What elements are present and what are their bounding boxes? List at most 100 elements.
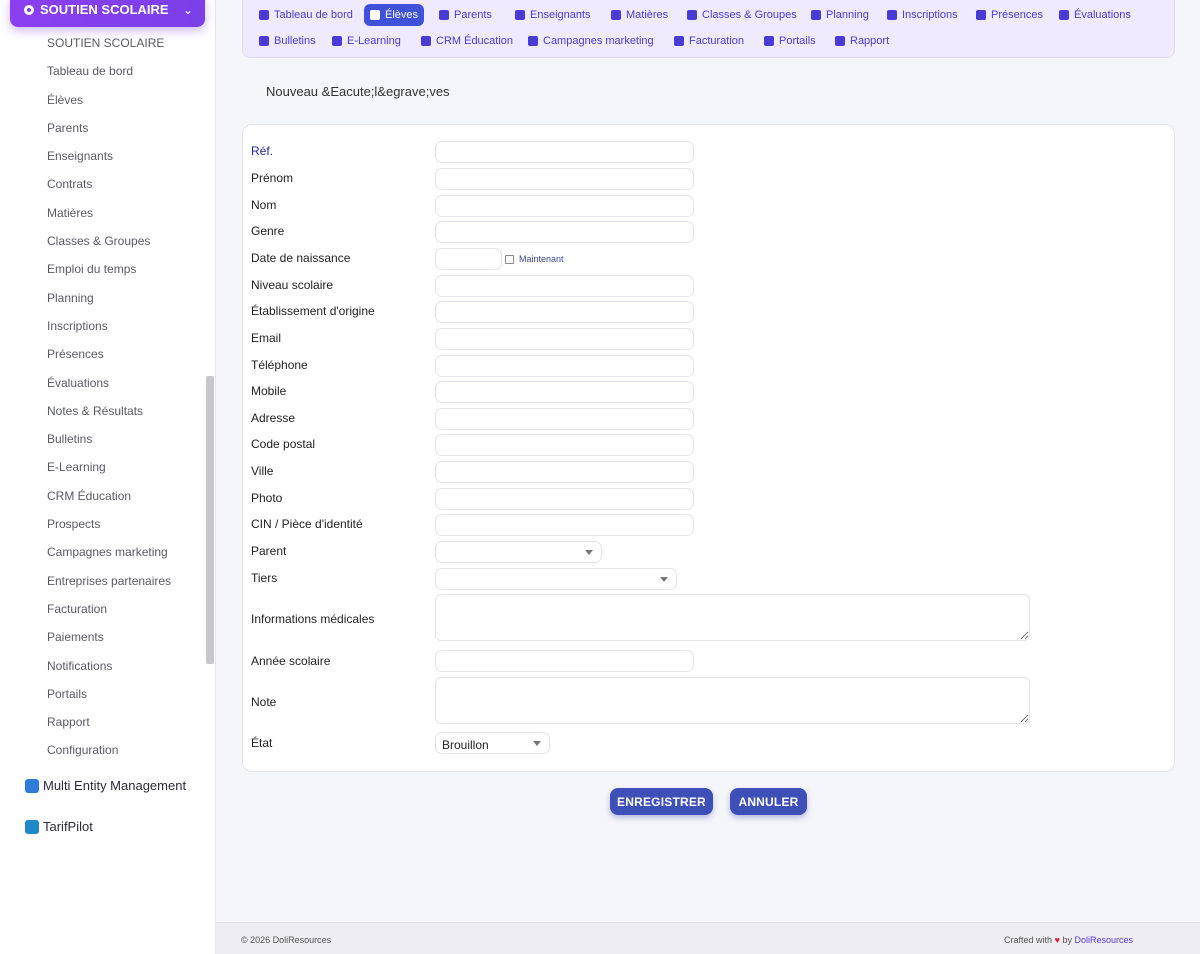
parent-select[interactable] (435, 541, 602, 563)
cin-input[interactable] (435, 514, 694, 536)
tab-classes-groupes[interactable]: Classes & Groupes (681, 4, 803, 26)
sidebar-item-configuration[interactable]: Configuration (0, 736, 206, 764)
tab-parents[interactable]: Parents (433, 4, 498, 26)
sidebar-item-paiements[interactable]: Paiements (0, 623, 206, 651)
sidebar-item-bulletins[interactable]: Bulletins (0, 425, 206, 453)
sidebar: SOUTIEN SCOLAIRE ⌄ SOUTIEN SCOLAIRE Tabl… (0, 0, 216, 954)
tab-inscriptions[interactable]: Inscriptions (881, 4, 964, 26)
sidebar-item-evaluations[interactable]: Évaluations (0, 369, 206, 397)
chevron-down-icon[interactable]: ⌄ (183, 3, 193, 17)
sidebar-item-eleves[interactable]: Élèves (0, 86, 206, 114)
tab-evaluations[interactable]: Évaluations (1053, 4, 1137, 26)
sidebar-item-prospects[interactable]: Prospects (0, 510, 206, 538)
footer-brand-link[interactable]: DoliResources (1074, 935, 1133, 945)
footer-crafted: Crafted with (1004, 935, 1053, 945)
date-naissance-input[interactable] (435, 248, 502, 270)
informations-medicales-textarea[interactable] (435, 594, 1030, 641)
field-label: Prénom (251, 171, 294, 185)
form-row-informations-medicales: Informations médicales (251, 607, 435, 631)
sidebar-item-notifications[interactable]: Notifications (0, 652, 206, 680)
sidebar-item-facturation[interactable]: Facturation (0, 595, 206, 623)
tab-campagnes-marketing[interactable]: Campagnes marketing (522, 30, 660, 52)
tab-rapport[interactable]: Rapport (829, 30, 895, 52)
sidebar-item-matieres[interactable]: Matières (0, 199, 206, 227)
tab-facturation[interactable]: Facturation (668, 30, 750, 52)
form-row-etablissement: Établissement d'origine (251, 299, 435, 323)
now-link[interactable]: Maintenant (505, 254, 564, 264)
sidebar-item-emploi-du-temps[interactable]: Emploi du temps (0, 255, 206, 283)
tab-planning[interactable]: Planning (805, 4, 875, 26)
etat-select[interactable]: Brouillon (435, 732, 550, 754)
field-label: CIN / Pièce d'identité (251, 517, 363, 531)
email-field[interactable] (435, 328, 694, 350)
tab-presences[interactable]: Présences (970, 4, 1049, 26)
field-label: État (251, 736, 273, 750)
now-label: Maintenant (519, 254, 564, 264)
form-row-genre: Genre (251, 219, 435, 243)
tab-crm-education[interactable]: CRM Éducation (415, 30, 519, 52)
field-label: Réf. (251, 144, 274, 158)
top-navigation: Tableau de bord Élèves Parents Enseignan… (242, 0, 1175, 58)
file-icon (259, 36, 269, 46)
etablissement-input[interactable] (435, 301, 694, 323)
telephone-input[interactable] (435, 355, 694, 377)
tab-portails[interactable]: Portails (758, 30, 822, 52)
form-row-prenom: Prénom (251, 166, 435, 190)
sidebar-item-crm-education[interactable]: CRM Éducation (0, 482, 206, 510)
sidebar-item-portails[interactable]: Portails (0, 680, 206, 708)
form-row-etat: État (251, 731, 435, 755)
tab-matieres[interactable]: Matières (605, 4, 674, 26)
module-multi-entity[interactable]: Multi Entity Management (25, 778, 186, 793)
sidebar-item-entreprises-partenaires[interactable]: Entreprises partenaires (0, 567, 206, 595)
sidebar-module-header[interactable]: SOUTIEN SCOLAIRE ⌄ (10, 0, 205, 27)
ville-input[interactable] (435, 461, 694, 483)
module-label: TarifPilot (43, 819, 93, 834)
sidebar-item-planning[interactable]: Planning (0, 284, 206, 312)
niveau-scolaire-input[interactable] (435, 275, 694, 297)
caret-down-icon (660, 577, 668, 582)
genre-input[interactable] (435, 221, 694, 243)
sidebar-item-tableau-de-bord[interactable]: Tableau de bord (0, 57, 206, 85)
tiers-select[interactable] (435, 568, 677, 590)
code-postal-input[interactable] (435, 434, 694, 456)
form-row-photo: Photo (251, 486, 435, 510)
prenom-input[interactable] (435, 168, 694, 190)
caret-down-icon (585, 550, 593, 555)
field-label: Année scolaire (251, 654, 331, 668)
nom-input[interactable] (435, 195, 694, 217)
sidebar-item-enseignants[interactable]: Enseignants (0, 142, 206, 170)
sidebar-item-soutien-scolaire[interactable]: SOUTIEN SCOLAIRE (0, 29, 206, 57)
note-textarea[interactable] (435, 677, 1030, 724)
sidebar-item-e-learning[interactable]: E-Learning (0, 453, 206, 481)
annee-scolaire-input[interactable] (435, 650, 694, 672)
form-row-ville: Ville (251, 459, 435, 483)
form-row-note: Note (251, 690, 435, 714)
sidebar-item-parents[interactable]: Parents (0, 114, 206, 142)
sidebar-item-presences[interactable]: Présences (0, 340, 206, 368)
sidebar-header-label: SOUTIEN SCOLAIRE (40, 2, 169, 17)
sidebar-item-classes-groupes[interactable]: Classes & Groupes (0, 227, 206, 255)
sidebar-item-notes-resultats[interactable]: Notes & Résultats (0, 397, 206, 425)
sidebar-item-contrats[interactable]: Contrats (0, 170, 206, 198)
tab-e-learning[interactable]: E-Learning (326, 30, 407, 52)
sidebar-item-campagnes-marketing[interactable]: Campagnes marketing (0, 538, 206, 566)
sidebar-item-rapport[interactable]: Rapport (0, 708, 206, 736)
form-row-telephone: Téléphone (251, 353, 435, 377)
tab-tableau-de-bord[interactable]: Tableau de bord (253, 4, 359, 26)
module-tarifpilot[interactable]: TarifPilot (25, 819, 93, 834)
mobile-input[interactable] (435, 381, 694, 403)
photo-input[interactable] (435, 488, 694, 510)
form-row-tiers: Tiers (251, 566, 435, 590)
module-label: Multi Entity Management (43, 778, 187, 793)
tab-eleves[interactable]: Élèves (364, 4, 425, 26)
tab-bulletins[interactable]: Bulletins (253, 30, 322, 52)
sidebar-scrollbar[interactable] (206, 376, 214, 664)
invoice-icon (674, 36, 684, 46)
cancel-button[interactable]: ANNULER (730, 788, 807, 815)
ref-input[interactable] (435, 141, 694, 163)
adresse-input[interactable] (435, 408, 694, 430)
sidebar-item-inscriptions[interactable]: Inscriptions (0, 312, 206, 340)
save-button[interactable]: ENREGISTRER (610, 788, 713, 815)
tab-enseignants[interactable]: Enseignants (509, 4, 597, 26)
list-icon (421, 36, 431, 46)
